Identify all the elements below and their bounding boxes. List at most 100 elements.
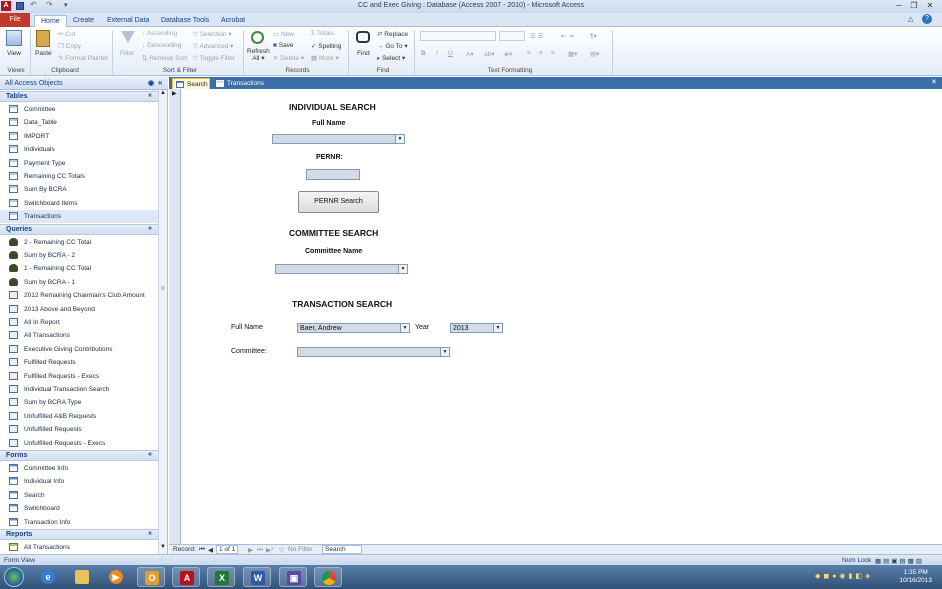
nav-item[interactable]: IMPORT [0, 130, 158, 143]
nav-item[interactable]: All Transactions [0, 541, 158, 554]
close-document-icon[interactable]: ✕ [931, 78, 937, 86]
delete-record-button[interactable]: ✕ Delete ▾ [273, 54, 304, 62]
fill-color-icon[interactable]: ◈▾ [504, 50, 512, 58]
nav-item[interactable]: Committee [0, 103, 158, 116]
nav-item[interactable]: Sum by BCRA - 1 [0, 276, 158, 289]
chevron-down-icon[interactable]: ▼ [395, 135, 404, 143]
remove-sort-button[interactable]: ⇅ Remove Sort [142, 54, 187, 62]
nav-scrollbar[interactable]: ▲ ≡ ▼ [158, 90, 167, 554]
last-record-icon[interactable]: ⏭ [257, 546, 263, 554]
nav-dropdown-icon[interactable]: ◉ [148, 79, 154, 87]
find-icon[interactable] [356, 31, 370, 43]
ascending-button[interactable]: ↑ Ascending [142, 30, 177, 37]
new-record-nav-icon[interactable]: ▶* [266, 546, 274, 554]
descending-button[interactable]: ↓ Descending [142, 42, 181, 49]
first-record-icon[interactable]: ⏮ [199, 546, 205, 554]
advanced-button[interactable]: ▽ Advanced ▾ [193, 42, 233, 50]
nav-item[interactable]: Search [0, 489, 158, 502]
nav-item[interactable]: Fulfilled Requests - Execs [0, 370, 158, 383]
replace-button[interactable]: ⇄ Replace [377, 30, 408, 38]
no-filter-indicator[interactable]: No Filter [288, 546, 313, 553]
nav-item[interactable]: All In Report [0, 316, 158, 329]
font-color-icon[interactable]: A▾ [466, 50, 474, 58]
nav-item[interactable]: Unfulfilled Requests [0, 423, 158, 436]
scroll-up-icon[interactable]: ▲ [160, 90, 166, 96]
close-window-icon[interactable]: ✕ [924, 1, 936, 11]
view-button[interactable]: View [7, 50, 21, 57]
taskbar-excel[interactable]: X [207, 567, 235, 587]
new-record-button[interactable]: ▭ New [273, 30, 294, 38]
taskbar-word[interactable]: W [243, 567, 271, 587]
collapse-icon[interactable]: « [148, 530, 152, 537]
chevron-down-icon[interactable]: ▼ [398, 265, 407, 273]
tab-acrobat[interactable]: Acrobat [215, 15, 251, 27]
tab-database-tools[interactable]: Database Tools [155, 15, 215, 27]
toggle-filter-button[interactable]: ▽ Toggle Filter [193, 54, 235, 62]
shutter-bar-close-icon[interactable]: « [158, 78, 162, 87]
pernr-search-button[interactable]: PERNR Search [298, 191, 379, 213]
collapse-icon[interactable]: « [148, 451, 152, 458]
start-button-icon[interactable] [4, 567, 24, 587]
align-right-icon[interactable]: ≡ [551, 50, 555, 57]
tab-file[interactable]: File [0, 13, 30, 27]
selection-button[interactable]: ▽ Selection ▾ [193, 30, 232, 38]
nav-item[interactable]: Individuals [0, 143, 158, 156]
select-button[interactable]: ▸ Select ▾ [377, 54, 405, 62]
chevron-down-icon[interactable]: ▼ [440, 348, 449, 356]
nav-item[interactable]: Sum by BCRA Type [0, 396, 158, 409]
nav-item[interactable]: 2013 Above and Beyond [0, 303, 158, 316]
nav-pane-header[interactable]: All Access Objects ◉ « [0, 77, 168, 90]
nav-item[interactable]: Data_Table [0, 116, 158, 129]
nav-item[interactable]: Transaction Info [0, 516, 158, 529]
font-size-dropdown[interactable] [499, 31, 525, 41]
taskbar-explorer[interactable] [68, 567, 96, 587]
collapse-icon[interactable]: « [148, 92, 152, 99]
text-direction-icon[interactable]: ¶▾ [590, 32, 597, 40]
nav-item[interactable]: Switchboard [0, 502, 158, 515]
nav-section-tables[interactable]: Tables « [0, 91, 158, 102]
nav-item[interactable]: Remaining CC Totals [0, 170, 158, 183]
refresh-all-button[interactable]: Refresh All ▾ [247, 48, 270, 62]
previous-record-icon[interactable]: ◀ [208, 546, 213, 554]
scroll-thumb[interactable]: ≡ [161, 286, 165, 292]
taskbar-outlook[interactable]: O [137, 567, 165, 587]
tx-year-combo[interactable]: 2013 ▼ [450, 323, 503, 333]
nav-item[interactable]: All Transactions [0, 329, 158, 342]
taskbar-chrome[interactable] [314, 567, 342, 587]
alternate-row-icon[interactable]: ▤▾ [590, 50, 599, 58]
nav-item[interactable]: Individual Transaction Search [0, 383, 158, 396]
indent-icon[interactable]: ⇤ ⇥ [561, 32, 574, 40]
next-record-icon[interactable]: ▶ [248, 546, 253, 554]
nav-item[interactable]: Switchboard Items [0, 197, 158, 210]
chevron-down-icon[interactable]: ▼ [493, 324, 502, 332]
underline-icon[interactable]: U [448, 50, 453, 57]
chevron-down-icon[interactable]: ▼ [400, 324, 409, 332]
nav-item[interactable]: Sum by BCRA - 2 [0, 249, 158, 262]
filter-icon[interactable] [121, 31, 135, 43]
system-tray-icons[interactable]: ◆◼●◉▮◧◈ [815, 572, 873, 580]
format-painter-button[interactable]: ✎ Format Painter [58, 54, 108, 62]
minimize-icon[interactable]: ─ [893, 1, 905, 11]
scroll-down-icon[interactable]: ▼ [160, 544, 166, 550]
nav-item[interactable]: Payment Type [0, 157, 158, 170]
nav-item[interactable]: Sum By BCRA [0, 183, 158, 196]
collapse-icon[interactable]: « [148, 225, 152, 232]
find-button[interactable]: Find [357, 50, 370, 57]
nav-item[interactable]: Executive Giving Contributions [0, 343, 158, 356]
nav-item[interactable]: Transactions [0, 210, 158, 224]
paste-button[interactable]: Paste [35, 50, 52, 57]
paste-icon[interactable] [36, 30, 50, 47]
bold-icon[interactable]: B [421, 50, 426, 57]
tab-create[interactable]: Create [67, 15, 100, 27]
doc-tab-search[interactable]: Search [172, 78, 210, 89]
refresh-icon[interactable] [251, 31, 264, 44]
record-position[interactable]: 1 of 1 [216, 545, 239, 554]
pernr-input[interactable] [306, 169, 360, 180]
restore-icon[interactable]: ❐ [908, 1, 920, 11]
nav-section-reports[interactable]: Reports « [0, 529, 158, 540]
committee-combo[interactable]: ▼ [275, 264, 408, 274]
cut-button[interactable]: ✂ Cut [58, 30, 75, 38]
highlight-icon[interactable]: ab▾ [484, 50, 495, 58]
nav-item[interactable]: Fulfilled Requests [0, 356, 158, 369]
taskbar-access[interactable]: A [172, 567, 200, 587]
